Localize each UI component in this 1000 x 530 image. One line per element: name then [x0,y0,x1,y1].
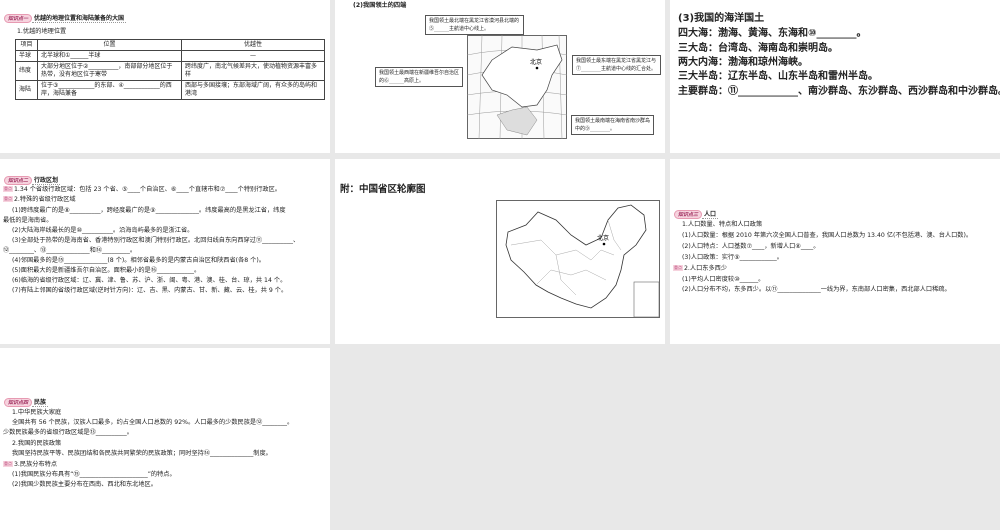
section-header: 知识点三 人口 [674,209,719,219]
text-line: 三大半岛：辽东半岛、山东半岛和雷州半岛。 [678,71,878,82]
cell: 位于③____________的东部、④____________的西岸，海陆兼备 [37,80,182,100]
section-title: 民族 [32,399,49,407]
key-mark: 重点 [3,186,13,192]
table-header: 优越性 [181,39,325,51]
key-mark: 重点 [673,265,683,271]
slide-thumbnail-6[interactable]: 知识点三 人口 1.人口数量、特点和人口政策 (1)人口数量：根据 2010 年第… [670,159,1000,344]
section-header: 知识点四 民族 [4,397,49,407]
south-china-sea-inset [633,281,660,318]
slide-thumbnail-1[interactable]: 知识点一 优越的地理位置和海陆兼备的大国 1.优越的地理位置 项目 位置 优越性 半球… [0,0,330,153]
section-tag: 知识点四 [4,397,33,407]
cell: 半球 [15,50,38,62]
text-line: 两大内海：渤海和琼州海峡。 [678,57,808,68]
north-callout: 我国领土最北端在黑龙江省漠河县北端的⑤______主航道中心线上。 [425,15,524,35]
text-line: (2)我国少数民族主要分布在西南、西北和东北地区。 [12,481,157,488]
text-line: 全国共有 56 个民族，汉族人口最多，约占全国人口总数的 92%。人口最多的少数… [12,419,294,426]
cell: 海陆 [15,80,38,100]
table-row: 半球 北半球和①______半球 — [15,50,325,62]
text-line: (2)大陆海岸线最长的是⑩__________。沿海岛屿最多的是浙江省。 [12,227,194,234]
text-line: 我国坚持民族平等、民族团结和各民族共同繁荣的民族政策；同时坚持⑭________… [12,450,272,457]
text-line: 2.我国的民族政策 [12,440,62,447]
west-callout: 我国领土最西端在新疆维吾尔自治区的⑥______高原上。 [375,67,463,87]
text-line: ⑫________、⑬______________和⑭_________。 [3,247,137,254]
slide-thumbnail-5[interactable]: 附：中国省区轮廓图 北京 [335,159,665,344]
cell: 大部分地区位于②__________，南部部分地区位于热带，没有地区位于寒带 [37,61,182,81]
text-line: 2.特殊的省级行政区域 [14,196,76,203]
text-line: 四大海：渤海、黄海、东海和⑩________。 [678,28,867,39]
cell: 跨纬度广，南北气候差异大，使动植物资源丰富多样 [181,61,325,81]
section-title: 优越的地理位置和海陆兼备的大国 [32,15,127,23]
slide-thumbnail-4[interactable]: 知识点二 行政区划 重点 1.34 个省级行政区域：包括 23 个省、⑤____个自… [0,159,330,344]
key-mark: 重点 [3,461,13,467]
beijing-label: 北京 [530,58,542,66]
section-header: 知识点二 行政区划 [4,175,61,185]
text-line: (7)有陆上邻国的省级行政区域(逆时针方向)：辽、吉、黑、内蒙古、甘、新、藏、云… [12,287,288,294]
cell: 纬度 [15,61,38,81]
asia-map: 北京 [467,35,567,139]
beijing-label: 北京 [597,234,609,242]
slide-thumbnail-2[interactable]: (2)我国领土的四端 北京 我国领土最北端在黑龙江省漠河县北端的⑤______主… [335,0,665,153]
text-line: 2.人口东多西少 [684,265,728,272]
text-line: (6)临海的省级行政区域：辽、冀、津、鲁、苏、沪、浙、闽、粤、港、澳、桂、台、琼… [12,277,287,284]
text-line: (2)人口分布不均，东多西少。以⑪______________一线为界，东南部人… [682,286,951,293]
table-row: 纬度 大部分地区位于②__________，南部部分地区位于热带，没有地区位于寒带… [15,61,325,81]
slide-thumbnail-3[interactable]: (3)我国的海洋国土 四大海：渤海、黄海、东海和⑩________。 三大岛：台… [670,0,1000,153]
section-tag: 知识点一 [4,13,33,23]
key-mark: 重点 [3,196,13,202]
text-line: 主要群岛：⑪____________、南沙群岛、东沙群岛、西沙群岛和中沙群岛。 [678,86,1000,97]
south-callout: 我国领土最南端在海南省南沙群岛中的⑨________。 [571,115,654,135]
text-line: (1)我国民族分布具有“⑮______________________”的特点。 [12,471,176,478]
east-callout: 我国领土最东端在黑龙江省黑龙江与⑦________主航道中心线的汇合处。 [572,55,661,75]
text-line: 1.中华民族大家庭 [12,409,62,416]
text-line: (1)人口数量：根据 2010 年第六次全国人口普查，我国人口总数为 13.40… [682,232,973,239]
text-line: (1)平均人口密度较⑩______。 [682,276,765,283]
cell: — [181,50,325,62]
heading: (2)我国领土的四端 [353,2,407,9]
text-line: 三大岛：台湾岛、海南岛和崇明岛。 [678,43,838,54]
slide-thumbnail-7[interactable]: 知识点四 民族 1.中华民族大家庭 全国共有 56 个民族，汉族人口最多，约占全国… [0,348,330,530]
text-line: (2)人口特点：人口基数⑦____，新增人口⑧____。 [682,243,820,250]
section-tag: 知识点三 [674,209,703,219]
section-tag: 知识点二 [4,175,33,185]
text-line: 1.34 个省级行政区域：包括 23 个省、⑤____个自治区、⑥____个直辖… [14,186,281,193]
section-title: 人口 [702,211,719,219]
text-line: 最低的是海南省。 [3,217,53,224]
table-row: 海陆 位于③____________的东部、④____________的西岸，海陆… [15,80,325,100]
text-line: (4)邻国最多的是⑮______________(8 个)。相邻省最多的是内蒙古… [12,257,265,264]
table-header: 项目 [15,39,38,51]
heading: (3)我国的海洋国土 [678,13,765,24]
cell: 北半球和①______半球 [37,50,182,62]
cell: 西部与多国接壤；东部海域广阔，有众多的岛屿和港湾 [181,80,325,100]
section-header: 知识点一 优越的地理位置和海陆兼备的大国 [4,13,127,23]
table-header: 位置 [37,39,182,51]
subheading: 1.优越的地理位置 [17,28,67,35]
location-table: 项目 位置 优越性 半球 北半球和①______半球 — 纬度 大部分地区位于②_____… [15,39,325,100]
text-line: (3)人口政策：实行⑨____________。 [682,254,783,261]
china-outline-map: 北京 [496,200,660,318]
text-line: 1.人口数量、特点和人口政策 [682,221,763,228]
text-line: 3.民族分布特点 [14,461,58,468]
heading: 附：中国省区轮廓图 [340,184,426,195]
text-line: (5)面积最大的是新疆维吾尔自治区。面积最小的是⑯____________。 [12,267,201,274]
section-title: 行政区划 [32,177,61,185]
text-line: (1)跨纬度最广的是⑧__________，跨经度最广的是⑨__________… [12,207,286,214]
text-line: 少数民族最多的省级行政区域是⑬__________。 [3,429,133,436]
text-line: (3)全部处于热带的是海南省、香港特别行政区和澳门特别行政区。北回归线自东向西穿… [12,237,300,244]
